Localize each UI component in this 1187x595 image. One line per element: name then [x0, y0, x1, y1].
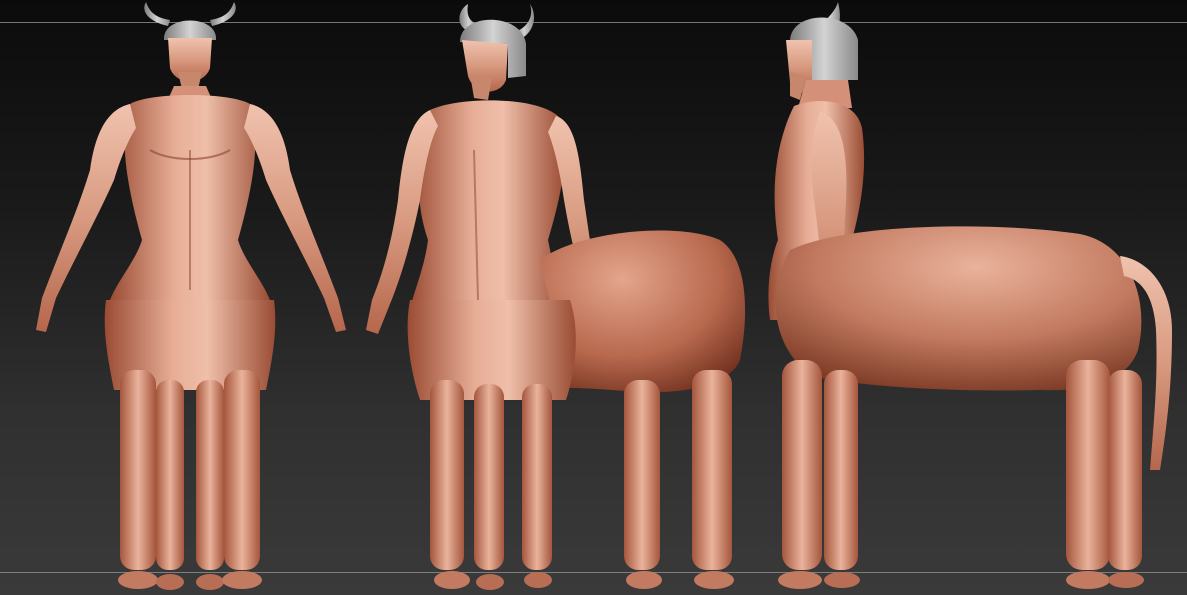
hoof [1108, 572, 1144, 588]
side-view-figure[interactable] [768, 2, 1172, 589]
beard [470, 74, 492, 100]
front-right-leg [474, 384, 504, 570]
hoof [196, 574, 224, 590]
hoof [434, 571, 470, 589]
hoof [156, 574, 184, 590]
front-left-inner-leg [156, 380, 184, 570]
front-inner-leg [522, 384, 552, 570]
hind-left-leg [624, 380, 660, 570]
hind-right-leg [692, 370, 732, 570]
left-horn [144, 2, 170, 26]
front-left-leg [120, 370, 156, 570]
helmet [163, 20, 217, 40]
hoof [694, 571, 734, 589]
right-horn [210, 2, 236, 26]
front-left-leg [430, 380, 464, 570]
front-right-leg [824, 370, 858, 570]
hoof [476, 574, 504, 590]
front-view-figure[interactable] [36, 2, 346, 590]
hoof [824, 572, 860, 588]
hind-right-leg [1108, 370, 1142, 570]
hoof [1066, 571, 1110, 589]
front-left-leg [782, 360, 822, 570]
sculpt-canvas[interactable] [0, 0, 1187, 595]
front-right-inner-leg [196, 380, 224, 570]
hoof [524, 572, 552, 588]
hoof [778, 571, 822, 589]
hind-left-leg [1066, 360, 1110, 570]
hoof [118, 571, 158, 589]
hoof [222, 571, 262, 589]
hoof [626, 571, 662, 589]
zbrush-viewport[interactable] [0, 0, 1187, 595]
front-right-leg [224, 370, 260, 570]
three-quarter-view-figure[interactable] [366, 4, 746, 590]
